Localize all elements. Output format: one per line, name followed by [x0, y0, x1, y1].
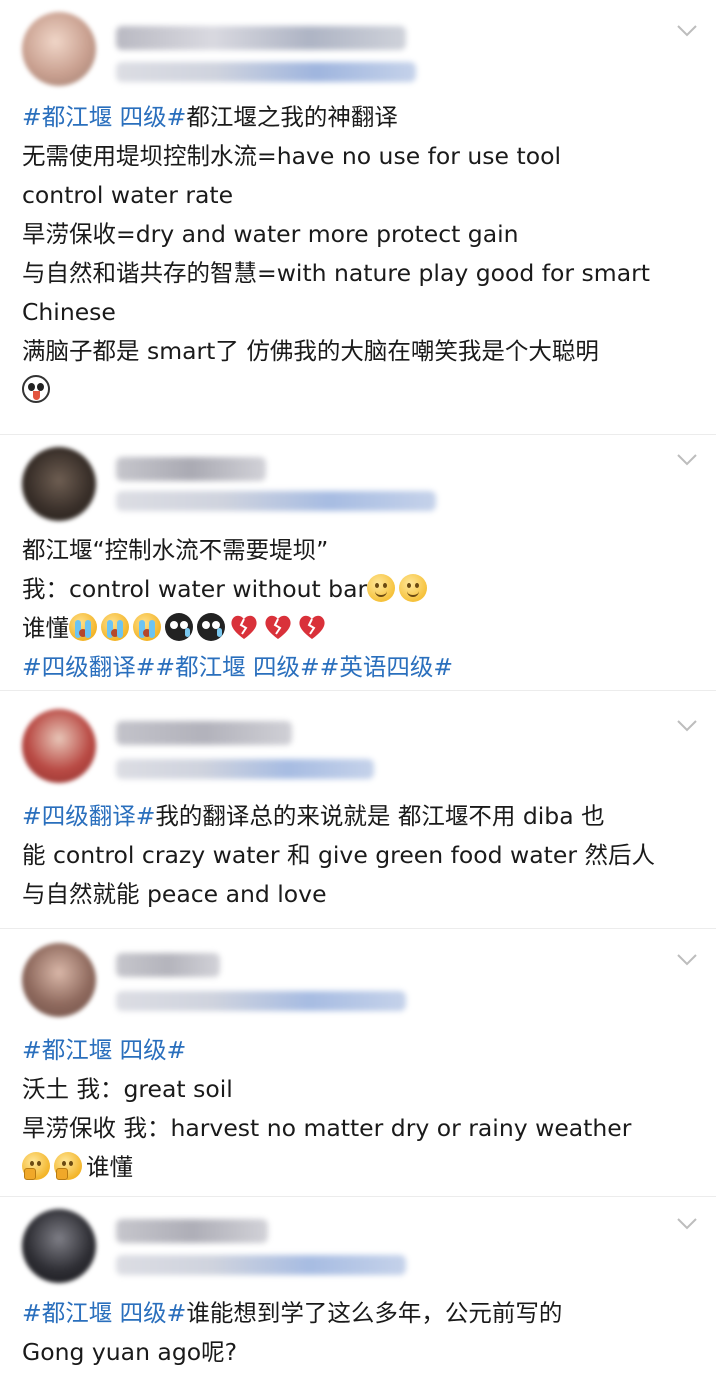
- comment-line: #都江堰 四级#谁能想到学了这么多年，公元前写的: [22, 1294, 700, 1333]
- broken-heart-icon: [263, 613, 293, 641]
- comment-line: #都江堰 四级#: [22, 1031, 700, 1070]
- comment-line: #四级翻译##都江堰 四级##英语四级#: [22, 648, 700, 687]
- comment-body: #都江堰 四级# 沃土 我：great soil 旱涝保收 我：harvest no…: [22, 1031, 700, 1187]
- comment-line: 我：control water without bar: [22, 570, 700, 609]
- username-blurred[interactable]: [116, 457, 266, 481]
- comment-line: #四级翻译#我的翻译总的来说就是 都江堰不用 diba 也: [22, 797, 700, 836]
- chevron-down-icon[interactable]: [676, 953, 698, 967]
- post-meta-blurred: [116, 991, 406, 1011]
- comment-line: [22, 371, 700, 410]
- comment-body: #都江堰 四级#都江堰之我的神翻译无需使用堤坝控制水流=have no use …: [22, 98, 700, 410]
- comment-text: 与自然就能 peace and love: [22, 880, 327, 908]
- comment-line: #都江堰 四级#都江堰之我的神翻译: [22, 98, 700, 137]
- comment-line: 旱涝保收 我：harvest no matter dry or rainy we…: [22, 1109, 700, 1148]
- post-meta-blurred: [116, 759, 374, 779]
- user-avatar[interactable]: [22, 943, 96, 1017]
- comment-text: 旱涝保收=dry and water more protect gain: [22, 220, 519, 248]
- comment-text: Chinese: [22, 298, 116, 326]
- post-meta-blurred: [116, 62, 416, 82]
- username-blurred[interactable]: [116, 1219, 268, 1243]
- hashtag-link[interactable]: #四级翻译#: [22, 802, 155, 830]
- panda-laugh-icon: [22, 375, 50, 403]
- comment-body: #四级翻译#我的翻译总的来说就是 都江堰不用 diba 也能 control c…: [22, 797, 700, 914]
- comment-line: 无需使用堤坝控制水流=have no use for use tool: [22, 137, 700, 176]
- comment-line: 满脑子都是 smart了 仿佛我的大脑在嘲笑我是个大聪明: [22, 332, 700, 371]
- comment-text: 我：control water without bar: [22, 575, 368, 603]
- chevron-down-icon[interactable]: [676, 24, 698, 38]
- comment-line: Chinese: [22, 293, 700, 332]
- thinking-icon: [22, 1152, 50, 1180]
- comment-text: 沃土 我：great soil: [22, 1075, 233, 1103]
- comment-body: #都江堰 四级#谁能想到学了这么多年，公元前写的 Gong yuan ago呢?: [22, 1294, 700, 1372]
- hashtag-link[interactable]: #都江堰 四级#: [22, 1299, 186, 1327]
- smile-icon: [367, 574, 396, 602]
- comment-line: 沃土 我：great soil: [22, 1070, 700, 1109]
- comment-text: 旱涝保收 我：harvest no matter dry or rainy we…: [22, 1114, 632, 1142]
- post-meta-blurred: [116, 1255, 406, 1275]
- crying-icon: [101, 613, 129, 641]
- comment-text: 都江堰之我的神翻译: [186, 103, 398, 131]
- hashtag-link[interactable]: #都江堰 四级#: [22, 1036, 186, 1064]
- user-avatar[interactable]: [22, 1209, 96, 1283]
- comment-text: 能 control crazy water 和 give green food …: [22, 841, 655, 869]
- comment-card: #四级翻译#我的翻译总的来说就是 都江堰不用 diba 也能 control c…: [0, 690, 716, 928]
- comment-text: 都江堰“控制水流不需要堤坝”: [22, 536, 329, 564]
- comment-line: Gong yuan ago呢?: [22, 1333, 700, 1372]
- comment-text: 与自然和谐共存的智慧=with nature play good for sma…: [22, 259, 650, 287]
- user-avatar[interactable]: [22, 709, 96, 783]
- comment-text: control water rate: [22, 181, 234, 209]
- comment-text: 满脑子都是 smart了 仿佛我的大脑在嘲笑我是个大聪明: [22, 337, 599, 365]
- smile-icon: [399, 574, 428, 602]
- comment-text: 谁懂: [22, 614, 69, 642]
- comment-line: 都江堰“控制水流不需要堤坝”: [22, 531, 700, 570]
- comment-line: 旱涝保收=dry and water more protect gain: [22, 215, 700, 254]
- comment-card: 都江堰“控制水流不需要堤坝” 我：control water without ba…: [0, 434, 716, 690]
- comment-line: 谁懂: [22, 609, 700, 648]
- comment-card: #都江堰 四级#都江堰之我的神翻译无需使用堤坝控制水流=have no use …: [0, 0, 716, 434]
- user-avatar[interactable]: [22, 447, 96, 521]
- username-blurred[interactable]: [116, 26, 406, 50]
- comment-line: 与自然和谐共存的智慧=with nature play good for sma…: [22, 254, 700, 293]
- chevron-down-icon[interactable]: [676, 1217, 698, 1231]
- comment-text: 谁能想到学了这么多年，公元前写的: [186, 1299, 563, 1327]
- comment-feed: #都江堰 四级#都江堰之我的神翻译 无需使用堤坝控制水流=have no use …: [0, 0, 716, 1380]
- crying-icon: [69, 613, 97, 641]
- comment-body: 都江堰“控制水流不需要堤坝” 我：control water without ba…: [22, 531, 700, 687]
- black-face-icon: [165, 613, 193, 641]
- hashtag-link[interactable]: #四级翻译##都江堰 四级##英语四级#: [22, 653, 453, 681]
- post-meta-blurred: [116, 491, 436, 511]
- chevron-down-icon[interactable]: [676, 719, 698, 733]
- comment-line: control water rate: [22, 176, 700, 215]
- comment-text: 谁懂: [86, 1153, 133, 1181]
- comment-text: 我的翻译总的来说就是 都江堰不用 diba 也: [155, 802, 605, 830]
- black-face-icon: [197, 613, 225, 641]
- chevron-down-icon[interactable]: [676, 453, 698, 467]
- comment-text: 无需使用堤坝控制水流=have no use for use tool: [22, 142, 561, 170]
- crying-icon: [133, 613, 161, 641]
- broken-heart-icon: [229, 613, 259, 641]
- comment-line: 与自然就能 peace and love: [22, 875, 700, 914]
- broken-heart-icon: [297, 613, 327, 641]
- comment-text: Gong yuan ago呢?: [22, 1338, 238, 1366]
- comment-card: #都江堰 四级# 沃土 我：great soil 旱涝保收 我：harvest no…: [0, 928, 716, 1196]
- username-blurred[interactable]: [116, 953, 220, 977]
- user-avatar[interactable]: [22, 12, 96, 86]
- thinking-icon: [54, 1152, 82, 1180]
- comment-line: 谁懂: [22, 1148, 700, 1187]
- hashtag-link[interactable]: #都江堰 四级#: [22, 103, 186, 131]
- comment-card: #都江堰 四级#谁能想到学了这么多年，公元前写的 Gong yuan ago呢?: [0, 1196, 716, 1380]
- comment-line: 能 control crazy water 和 give green food …: [22, 836, 700, 875]
- username-blurred[interactable]: [116, 721, 292, 745]
